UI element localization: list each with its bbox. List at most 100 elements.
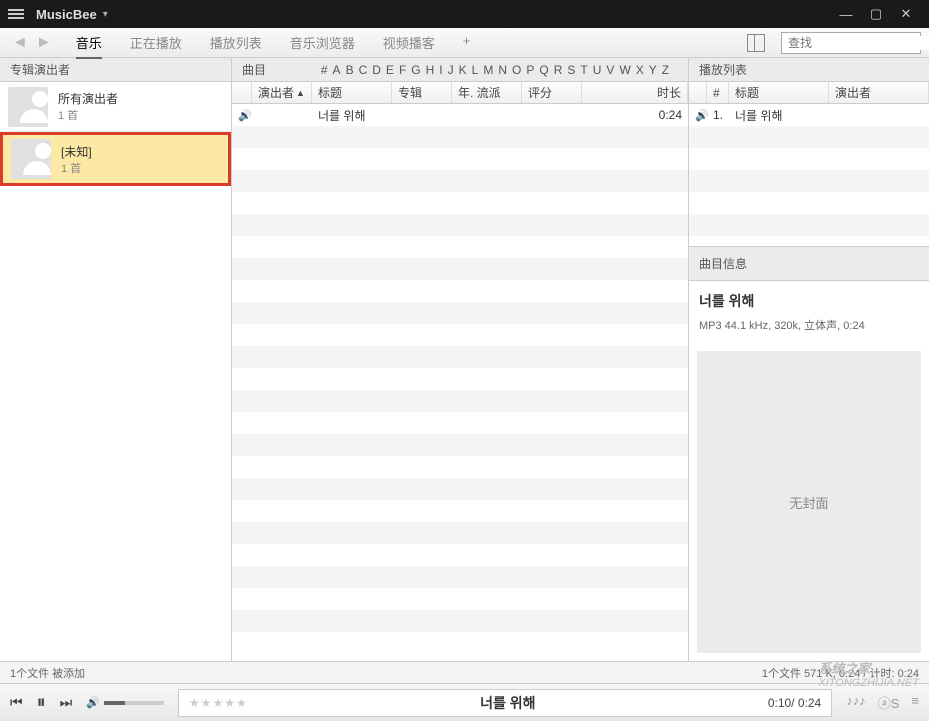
track-row[interactable] xyxy=(232,456,688,478)
track-row[interactable] xyxy=(232,412,688,434)
playlist-row[interactable] xyxy=(689,148,929,170)
track-row[interactable] xyxy=(232,148,688,170)
alpha-V[interactable]: V xyxy=(606,63,614,77)
alpha-#[interactable]: # xyxy=(321,63,328,77)
artist-item-0[interactable]: 所有演出者1 首 xyxy=(0,82,231,132)
layout-grid-icon[interactable] xyxy=(747,34,765,52)
alpha-T[interactable]: T xyxy=(580,63,587,77)
track-row[interactable] xyxy=(232,126,688,148)
tab-add[interactable]: + xyxy=(463,27,471,58)
track-row[interactable] xyxy=(232,258,688,280)
col-duration[interactable]: 时长 xyxy=(582,82,688,103)
alpha-K[interactable]: K xyxy=(459,63,467,77)
alpha-E[interactable]: E xyxy=(386,63,394,77)
track-row[interactable] xyxy=(232,566,688,588)
volume-slider[interactable] xyxy=(104,701,164,705)
alpha-R[interactable]: R xyxy=(554,63,563,77)
playlist-row[interactable] xyxy=(689,214,929,236)
alpha-G[interactable]: G xyxy=(411,63,420,77)
maximize-button[interactable]: ▢ xyxy=(861,6,891,22)
lastfm-icon[interactable]: ⓐS xyxy=(878,693,900,712)
track-row[interactable] xyxy=(232,368,688,390)
track-row[interactable] xyxy=(232,324,688,346)
track-row[interactable] xyxy=(232,236,688,258)
artist-item-1[interactable]: [未知]1 首 xyxy=(0,132,231,186)
track-row[interactable] xyxy=(232,192,688,214)
col-rating[interactable]: 评分 xyxy=(522,82,582,103)
pause-button[interactable]: ⏸ xyxy=(37,692,46,713)
pl-col-artist[interactable]: 演出者 xyxy=(829,82,929,103)
track-row[interactable] xyxy=(232,214,688,236)
alpha-C[interactable]: C xyxy=(359,63,368,77)
search-box[interactable]: 🔍 xyxy=(781,32,921,54)
track-row[interactable] xyxy=(232,478,688,500)
alpha-W[interactable]: W xyxy=(619,63,630,77)
track-row[interactable] xyxy=(232,280,688,302)
col-year-genre[interactable]: 年. 流派 xyxy=(452,82,522,103)
playlist-row[interactable] xyxy=(689,170,929,192)
track-info-content: 너를 위해 MP3 44.1 kHz, 320k, 立体声, 0:24 xyxy=(689,281,929,343)
alpha-O[interactable]: O xyxy=(512,63,521,77)
playlist-row[interactable] xyxy=(689,192,929,214)
search-input[interactable] xyxy=(782,36,929,50)
alpha-P[interactable]: P xyxy=(526,63,534,77)
tab-video-podcast[interactable]: 视频播客 xyxy=(383,27,435,58)
alpha-L[interactable]: L xyxy=(472,63,479,77)
menu-list-icon[interactable]: ≡ xyxy=(911,693,919,712)
alpha-H[interactable]: H xyxy=(426,63,435,77)
col-title[interactable]: 标题 xyxy=(312,82,392,103)
track-row[interactable] xyxy=(232,346,688,368)
alpha-X[interactable]: X xyxy=(636,63,644,77)
tab-now-playing[interactable]: 正在播放 xyxy=(130,27,182,58)
nav-forward-icon[interactable]: ► xyxy=(32,34,56,52)
alpha-B[interactable]: B xyxy=(346,63,354,77)
nav-back-icon[interactable]: ◄ xyxy=(8,34,32,52)
track-row[interactable] xyxy=(232,170,688,192)
alpha-M[interactable]: M xyxy=(483,63,493,77)
track-row[interactable] xyxy=(232,390,688,412)
track-row[interactable]: 🔊너를 위해0:24 xyxy=(232,104,688,126)
hamburger-icon[interactable] xyxy=(8,9,24,19)
equalizer-icon[interactable]: ♪♪♪ xyxy=(846,693,866,712)
prev-button[interactable]: ⏮ xyxy=(10,694,23,711)
track-row[interactable] xyxy=(232,500,688,522)
track-row[interactable] xyxy=(232,544,688,566)
alpha-D[interactable]: D xyxy=(372,63,381,77)
next-button[interactable]: ⏭ xyxy=(60,694,73,711)
alpha-F[interactable]: F xyxy=(399,63,406,77)
track-row[interactable] xyxy=(232,588,688,610)
track-row[interactable] xyxy=(232,522,688,544)
alpha-U[interactable]: U xyxy=(593,63,602,77)
alpha-Y[interactable]: Y xyxy=(649,63,657,77)
alpha-A[interactable]: A xyxy=(333,63,341,77)
col-play-indicator[interactable] xyxy=(232,82,252,103)
col-album[interactable]: 专辑 xyxy=(392,82,452,103)
alpha-Q[interactable]: Q xyxy=(539,63,548,77)
speaker-icon: 🔊 xyxy=(689,109,707,122)
status-left: 1个文件 被添加 xyxy=(10,665,85,681)
minimize-button[interactable]: — xyxy=(831,7,861,22)
playlist-row[interactable] xyxy=(689,126,929,148)
volume-control[interactable]: 🔊 xyxy=(86,696,164,709)
track-row[interactable] xyxy=(232,610,688,632)
alpha-J[interactable]: J xyxy=(448,63,454,77)
tab-music[interactable]: 音乐 xyxy=(76,27,102,58)
alpha-Z[interactable]: Z xyxy=(662,63,669,77)
rating-stars[interactable]: ★★★★★ xyxy=(189,696,248,710)
pl-col-title[interactable]: 标题 xyxy=(729,82,829,103)
col-artist[interactable]: 演出者 ▲ xyxy=(252,82,312,103)
volume-icon[interactable]: 🔊 xyxy=(86,696,100,709)
tab-playlists[interactable]: 播放列表 xyxy=(210,27,262,58)
panel-headers: 专辑演出者 曲目 #ABCDEFGHIJKLMNOPQRSTUVWXYZ 播放列… xyxy=(0,58,929,82)
alpha-S[interactable]: S xyxy=(567,63,575,77)
track-row[interactable] xyxy=(232,434,688,456)
playlist-row[interactable]: 🔊1.너를 위해 xyxy=(689,104,929,126)
chevron-down-icon[interactable]: ▾ xyxy=(103,9,108,20)
close-button[interactable]: ✕ xyxy=(891,6,921,22)
pl-col-playing[interactable] xyxy=(689,82,707,103)
alpha-N[interactable]: N xyxy=(498,63,507,77)
tab-browser[interactable]: 音乐浏览器 xyxy=(290,27,355,58)
track-row[interactable] xyxy=(232,302,688,324)
pl-col-num[interactable]: # xyxy=(707,82,729,103)
alpha-I[interactable]: I xyxy=(439,63,442,77)
